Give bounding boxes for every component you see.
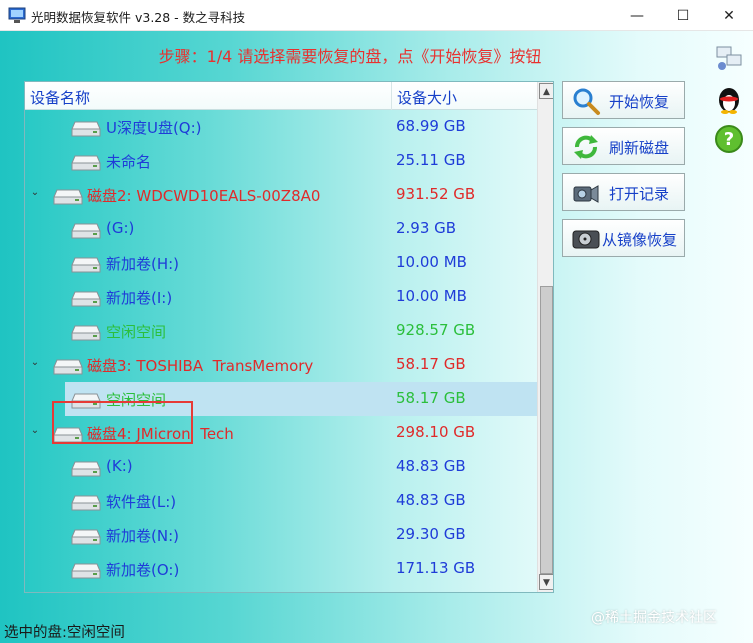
start-recovery-label: 开始恢复 [609, 93, 670, 111]
hard-disk-icon [51, 189, 83, 205]
scroll-down-button[interactable]: ▼ [539, 574, 553, 590]
hard-disk-icon [69, 563, 101, 579]
hard-disk-icon [69, 121, 101, 137]
device-size: 2.93 GB [396, 219, 457, 237]
status-bar-text: 选中的盘:空闲空间 [4, 625, 125, 641]
scroll-down-icon: ▼ [543, 578, 550, 588]
device-size: 48.83 GB [396, 491, 466, 509]
device-name: 磁盘3: TOSHIBA TransMemory [87, 357, 314, 375]
column-header-name[interactable]: 设备名称 [30, 87, 90, 108]
main-client-area: 步骤：1/4 请选择需要恢复的盘，点《开始恢复》按钮 设备名称 设备大小 U深度… [0, 31, 753, 643]
maximize-icon: ☐ [676, 7, 690, 24]
partition-row[interactable]: U深度U盘(Q:) 68.99 GB [25, 110, 537, 144]
selection-highlight-annotation [52, 401, 193, 444]
device-size: 68.99 GB [396, 117, 466, 135]
minimize-button[interactable]: — [614, 0, 660, 31]
hard-disk-icon [69, 325, 101, 341]
partition-row[interactable]: 未命名 25.11 GB [25, 144, 537, 178]
expand-collapse-icon[interactable]: ⌄ [29, 357, 41, 369]
column-separator[interactable] [391, 82, 392, 110]
camera-icon [573, 185, 599, 203]
device-size: 48.83 GB [396, 457, 466, 475]
title-bar: 光明数据恢复软件 v3.28 - 数之寻科技 — ☐ ✕ [0, 0, 753, 31]
hard-disk-icon [69, 291, 101, 307]
device-name: 新加卷(N:) [106, 527, 179, 545]
expand-collapse-icon[interactable]: ⌄ [29, 425, 41, 437]
svg-text:?: ? [724, 129, 734, 150]
window-title: 光明数据恢复软件 v3.28 - 数之寻科技 [31, 10, 246, 25]
expand-collapse-icon[interactable]: ⌄ [29, 187, 41, 199]
close-button[interactable]: ✕ [706, 0, 752, 31]
device-name: 空闲空间 [106, 323, 167, 341]
restore-from-image-label: 从镜像恢复 [602, 231, 678, 249]
disk-drive-icon [572, 230, 600, 249]
device-size: 928.57 GB [396, 321, 476, 339]
scroll-up-button[interactable]: ▲ [539, 83, 553, 99]
hard-disk-icon [69, 461, 101, 477]
device-size: 10.00 MB [396, 287, 467, 305]
device-size: 931.52 GB [396, 185, 476, 203]
device-rows: U深度U盘(Q:) 68.99 GB 未命名 25.11 GB ⌄ 磁盘2: WDCWD1… [25, 110, 537, 592]
hard-disk-icon [51, 359, 83, 375]
device-name: U深度U盘(Q:) [106, 119, 202, 137]
start-recovery-button[interactable]: 开始恢复 [562, 81, 685, 119]
disk-row[interactable]: ⌄ 磁盘2: WDCWD10EALS-00Z8A0 931.52 GB [25, 178, 537, 212]
scroll-up-icon: ▲ [543, 87, 550, 97]
partition-row[interactable]: 新加卷(O:) 171.13 GB [25, 552, 537, 586]
open-record-label: 打开记录 [609, 185, 670, 203]
partition-row[interactable]: 新加卷(N:) 29.30 GB [25, 518, 537, 552]
device-name: 新加卷(I:) [106, 289, 173, 307]
device-size: 58.17 GB [396, 389, 466, 407]
scroll-thumb[interactable] [540, 286, 553, 574]
vertical-scrollbar[interactable]: ▲ ▼ [537, 82, 553, 592]
device-size: 10.00 MB [396, 253, 467, 271]
restore-from-image-button[interactable]: 从镜像恢复 [562, 219, 685, 257]
refresh-disk-label: 刷新磁盘 [609, 139, 670, 157]
column-header-size[interactable]: 设备大小 [397, 87, 457, 108]
qq-penguin-icon[interactable] [713, 83, 745, 115]
disk-row[interactable]: ⌄ 磁盘3: TOSHIBA TransMemory 58.17 GB [25, 348, 537, 382]
device-size: 298.10 GB [396, 423, 476, 441]
hard-disk-icon [69, 257, 101, 273]
hard-disk-icon [69, 223, 101, 239]
list-header: 设备名称 设备大小 [25, 82, 537, 110]
partition-row[interactable]: 新加卷(I:) 10.00 MB [25, 280, 537, 314]
open-record-button[interactable]: 打开记录 [562, 173, 685, 211]
hard-disk-icon [69, 155, 101, 171]
device-name: 新加卷(O:) [106, 561, 180, 579]
device-name: 磁盘2: WDCWD10EALS-00Z8A0 [87, 187, 321, 205]
device-size: 171.13 GB [396, 559, 476, 577]
help-icon[interactable]: ? [713, 123, 745, 155]
device-size: 29.30 GB [396, 525, 466, 543]
partition-row[interactable]: (G:) 2.93 GB [25, 212, 537, 246]
device-size: 25.11 GB [396, 151, 466, 169]
partition-row[interactable]: 新加卷(H:) 10.00 MB [25, 246, 537, 280]
app-icon [8, 7, 26, 23]
network-icon[interactable] [713, 41, 745, 73]
refresh-icon [574, 135, 598, 159]
partition-row[interactable]: (K:) 48.83 GB [25, 450, 537, 484]
partition-row[interactable]: 空闲空间 928.57 GB [25, 314, 537, 348]
hard-disk-icon [69, 495, 101, 511]
refresh-disk-button[interactable]: 刷新磁盘 [562, 127, 685, 165]
step-instruction: 步骤：1/4 请选择需要恢复的盘，点《开始恢复》按钮 [158, 47, 542, 66]
device-name: 软件盘(L:) [106, 493, 177, 511]
device-name: 新加卷(H:) [106, 255, 180, 273]
device-name: (K:) [106, 457, 133, 475]
side-tool-panel: ? [713, 31, 753, 171]
close-icon: ✕ [723, 7, 735, 24]
magnifier-icon [573, 88, 600, 115]
watermark-text: @稀土掘金技术社区 [591, 610, 717, 626]
maximize-button[interactable]: ☐ [660, 0, 706, 31]
partition-row[interactable]: 软件盘(L:) 48.83 GB [25, 484, 537, 518]
device-name: 未命名 [106, 153, 152, 171]
device-name: (G:) [106, 219, 135, 237]
minimize-icon: — [630, 7, 644, 24]
device-list[interactable]: 设备名称 设备大小 U深度U盘(Q:) 68.99 GB 未命名 25.11 GB ⌄ 磁… [24, 81, 554, 593]
device-size: 58.17 GB [396, 355, 466, 373]
hard-disk-icon [69, 529, 101, 545]
